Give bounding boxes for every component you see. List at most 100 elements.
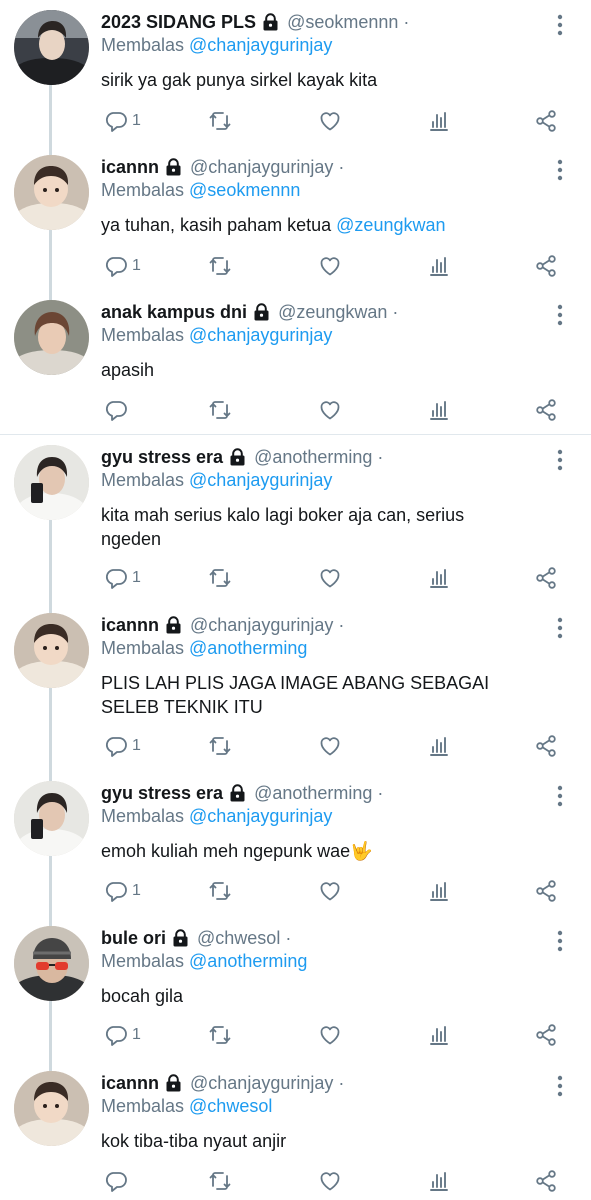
more-vertical-icon[interactable]	[552, 304, 568, 326]
avatar[interactable]	[14, 781, 89, 856]
username[interactable]: @chanjaygurinjay	[190, 1073, 333, 1094]
reply-button[interactable]: 1	[104, 733, 141, 759]
tweet[interactable]: gyu stress era @anotherming · Membalas @cha…	[0, 435, 591, 603]
username[interactable]: @seokmennn	[287, 12, 398, 33]
replying-to-mention[interactable]: @chanjaygurinjay	[189, 325, 332, 345]
analytics-button[interactable]	[427, 397, 451, 423]
retweet-button[interactable]	[208, 1022, 232, 1048]
tweet[interactable]: icannn @chanjaygurinjay · Membalas @another…	[0, 603, 591, 771]
reply-button[interactable]: 1	[104, 108, 141, 134]
display-name[interactable]: icannn	[101, 1073, 159, 1094]
username[interactable]: @chwesol	[197, 928, 280, 949]
display-name[interactable]: icannn	[101, 615, 159, 636]
retweet-button[interactable]	[208, 565, 232, 591]
reply-button[interactable]	[104, 397, 128, 423]
analytics-icon	[427, 254, 451, 278]
retweet-icon	[208, 1169, 232, 1193]
analytics-button[interactable]	[427, 1168, 451, 1194]
username[interactable]: @anotherming	[254, 783, 372, 804]
display-name[interactable]: anak kampus dni	[101, 302, 247, 323]
avatar[interactable]	[14, 155, 89, 230]
replying-to-mention[interactable]: @anotherming	[189, 951, 307, 971]
share-button[interactable]	[534, 1022, 558, 1048]
display-name[interactable]: gyu stress era	[101, 783, 223, 804]
tweet[interactable]: anak kampus dni @zeungkwan · Membalas @chan…	[0, 290, 591, 435]
share-button[interactable]	[534, 108, 558, 134]
replying-to-mention[interactable]: @chwesol	[189, 1096, 272, 1116]
analytics-button[interactable]	[427, 108, 451, 134]
replying-to-mention[interactable]: @chanjaygurinjay	[189, 35, 332, 55]
tweet-mention[interactable]: @zeungkwan	[336, 215, 445, 235]
analytics-button[interactable]	[427, 878, 451, 904]
avatar[interactable]	[14, 300, 89, 375]
retweet-button[interactable]	[208, 733, 232, 759]
more-vertical-icon[interactable]	[552, 785, 568, 807]
more-vertical-icon[interactable]	[552, 1075, 568, 1097]
reply-button[interactable]: 1	[104, 878, 141, 904]
like-button[interactable]	[318, 253, 342, 279]
reply-button[interactable]: 1	[104, 565, 141, 591]
like-button[interactable]	[318, 1022, 342, 1048]
share-button[interactable]	[534, 565, 558, 591]
replying-to-mention[interactable]: @chanjaygurinjay	[189, 806, 332, 826]
analytics-button[interactable]	[427, 1022, 451, 1048]
avatar-image	[14, 10, 89, 85]
display-name[interactable]: bule ori	[101, 928, 166, 949]
replying-to-label: Membalas	[101, 806, 190, 826]
display-name[interactable]: icannn	[101, 157, 159, 178]
like-button[interactable]	[318, 878, 342, 904]
like-button[interactable]	[318, 733, 342, 759]
like-button[interactable]	[318, 108, 342, 134]
display-name[interactable]: gyu stress era	[101, 447, 223, 468]
share-button[interactable]	[534, 397, 558, 423]
username[interactable]: @chanjaygurinjay	[190, 157, 333, 178]
more-vertical-icon[interactable]	[552, 930, 568, 952]
avatar[interactable]	[14, 10, 89, 85]
more-vertical-icon[interactable]	[552, 449, 568, 471]
analytics-button[interactable]	[427, 253, 451, 279]
reply-button[interactable]	[104, 1168, 128, 1194]
tweet-actions: 1	[0, 253, 591, 279]
tweet[interactable]: bule ori @chwesol · Membalas @anotherming bo…	[0, 916, 591, 1061]
tweet[interactable]: icannn @chanjaygurinjay · Membalas @seokmen…	[0, 145, 591, 290]
retweet-icon	[208, 254, 232, 278]
avatar[interactable]	[14, 1071, 89, 1146]
display-name[interactable]: 2023 SIDANG PLS	[101, 12, 256, 33]
more-vertical-icon[interactable]	[552, 617, 568, 639]
more-vertical-icon[interactable]	[552, 159, 568, 181]
replying-to-mention[interactable]: @anotherming	[189, 638, 307, 658]
share-button[interactable]	[534, 1168, 558, 1194]
retweet-button[interactable]	[208, 397, 232, 423]
share-button[interactable]	[534, 253, 558, 279]
tweet[interactable]: gyu stress era @anotherming · Membalas @cha…	[0, 771, 591, 916]
like-button[interactable]	[318, 565, 342, 591]
username[interactable]: @anotherming	[254, 447, 372, 468]
replying-to: Membalas @chanjaygurinjay	[101, 35, 332, 56]
analytics-button[interactable]	[427, 733, 451, 759]
more-vertical-icon[interactable]	[552, 14, 568, 36]
avatar-image	[14, 1071, 89, 1146]
username[interactable]: @zeungkwan	[278, 302, 387, 323]
reply-button[interactable]: 1	[104, 253, 141, 279]
like-button[interactable]	[318, 397, 342, 423]
reply-button[interactable]: 1	[104, 1022, 141, 1048]
avatar[interactable]	[14, 926, 89, 1001]
share-button[interactable]	[534, 733, 558, 759]
retweet-button[interactable]	[208, 108, 232, 134]
like-button[interactable]	[318, 1168, 342, 1194]
tweet[interactable]: icannn @chanjaygurinjay · Membalas @chwesol…	[0, 1061, 591, 1200]
avatar-image	[14, 613, 89, 688]
retweet-icon	[208, 734, 232, 758]
retweet-button[interactable]	[208, 878, 232, 904]
tweet-text-body: ya tuhan, kasih paham ketua	[101, 215, 337, 235]
username[interactable]: @chanjaygurinjay	[190, 615, 333, 636]
retweet-button[interactable]	[208, 1168, 232, 1194]
share-button[interactable]	[534, 878, 558, 904]
tweet[interactable]: 2023 SIDANG PLS @seokmennn · Membalas @chan…	[0, 0, 591, 145]
replying-to-mention[interactable]: @seokmennn	[189, 180, 300, 200]
avatar[interactable]	[14, 445, 89, 520]
retweet-button[interactable]	[208, 253, 232, 279]
analytics-button[interactable]	[427, 565, 451, 591]
avatar[interactable]	[14, 613, 89, 688]
replying-to-mention[interactable]: @chanjaygurinjay	[189, 470, 332, 490]
